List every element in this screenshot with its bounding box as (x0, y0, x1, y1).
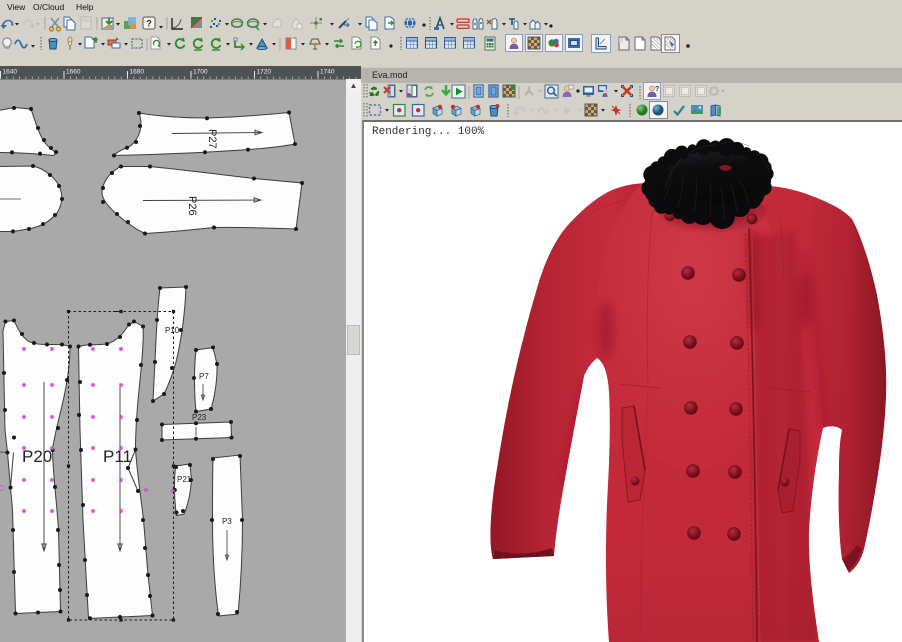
svg-text:1660: 1660 (66, 69, 81, 76)
svg-text:P7: P7 (199, 372, 209, 381)
svg-text:P27: P27 (206, 129, 218, 149)
svg-text:P23: P23 (192, 413, 207, 422)
svg-text:1680: 1680 (130, 69, 145, 76)
svg-text:?: ? (655, 86, 659, 93)
svg-text:P11: P11 (103, 447, 132, 466)
svg-text:P26: P26 (186, 196, 198, 216)
svg-text:1720: 1720 (257, 69, 272, 76)
svg-text:?: ? (146, 19, 152, 29)
svg-text:1700: 1700 (193, 69, 208, 76)
svg-text:1640: 1640 (3, 69, 18, 76)
svg-text:P10: P10 (165, 326, 180, 335)
svg-text:P3: P3 (222, 517, 232, 526)
svg-text:P20: P20 (22, 447, 52, 466)
svg-text:1740: 1740 (320, 69, 335, 76)
